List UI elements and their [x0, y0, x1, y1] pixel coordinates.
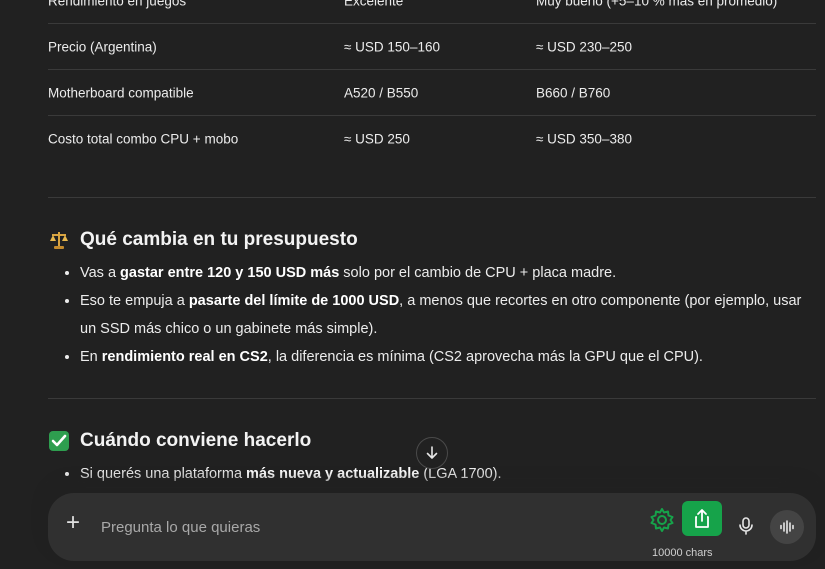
plus-icon[interactable]: + — [66, 511, 80, 535]
table-row: Precio (Argentina) ≈ USD 150–160 ≈ USD 2… — [48, 24, 816, 70]
row-value-amd: Excelente — [344, 0, 404, 8]
list-item: Vas a gastar entre 120 y 150 USD más sol… — [80, 259, 816, 287]
list-item: Si querés una plataforma más nueva y act… — [80, 460, 816, 488]
message-composer: + Pregunta lo que quieras 10000 chars — [48, 493, 816, 561]
row-value-intel: ≈ USD 230–250 — [536, 39, 632, 54]
row-label: Motherboard compatible — [48, 85, 194, 100]
comparison-table: Rendimiento en juegos Excelente Muy buen… — [48, 0, 816, 161]
table-row: Costo total combo CPU + mobo ≈ USD 250 ≈… — [48, 116, 816, 161]
bullet-list: Vas a gastar entre 120 y 150 USD más sol… — [48, 259, 816, 371]
prompt-input[interactable]: Pregunta lo que quieras — [101, 519, 260, 536]
row-label: Precio (Argentina) — [48, 39, 157, 54]
row-value-intel: B660 / B760 — [536, 85, 611, 100]
section-title: Cuándo conviene hacerlo — [80, 430, 312, 451]
table-row: Motherboard compatible A520 / B550 B660 … — [48, 70, 816, 116]
section-divider — [48, 398, 816, 399]
budget-section: Qué cambia en tu presupuesto Vas a gasta… — [48, 229, 816, 371]
row-value-amd: A520 / B550 — [344, 85, 419, 100]
table-row: Rendimiento en juegos Excelente Muy buen… — [48, 0, 816, 24]
row-label: Rendimiento en juegos — [48, 0, 187, 8]
balance-scale-icon — [48, 229, 70, 251]
row-value-intel: Muy bueno (+5–10 % más en promedio) — [536, 0, 778, 8]
arrow-down-icon — [426, 446, 438, 459]
row-value-amd: ≈ USD 250 — [344, 131, 410, 146]
row-label: Costo total combo CPU + mobo — [48, 131, 239, 146]
section-title: Qué cambia en tu presupuesto — [80, 229, 358, 250]
voice-mode-button[interactable] — [770, 510, 804, 544]
list-item: En rendimiento real en CS2, la diferenci… — [80, 343, 816, 371]
share-icon — [695, 508, 709, 528]
share-button[interactable] — [682, 501, 722, 536]
check-mark-icon — [48, 430, 70, 452]
list-item: Eso te empuja a pasarte del límite de 10… — [80, 287, 816, 343]
microphone-icon[interactable] — [736, 516, 756, 536]
char-limit-label: 10000 chars — [652, 547, 713, 559]
gear-icon[interactable] — [648, 506, 676, 534]
row-value-intel: ≈ USD 350–380 — [536, 131, 632, 146]
scroll-to-bottom-button[interactable] — [416, 437, 448, 469]
waveform-icon — [780, 520, 794, 534]
section-heading: Qué cambia en tu presupuesto — [48, 229, 816, 251]
section-divider — [48, 197, 816, 198]
row-value-amd: ≈ USD 150–160 — [344, 39, 440, 54]
